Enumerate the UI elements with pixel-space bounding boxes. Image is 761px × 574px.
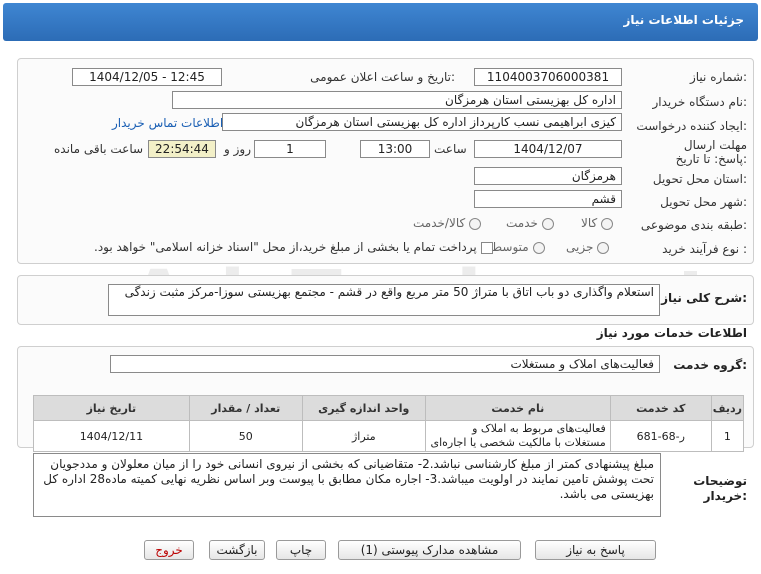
radio-service-icon[interactable] <box>541 217 554 230</box>
need-number-field[interactable]: 1104003706000381 <box>474 68 622 86</box>
page-title: جزئیات اطلاعات نیاز <box>623 13 744 27</box>
cell-name: فعالیت‌های مربوط به املاک و مستغلات با م… <box>424 420 611 452</box>
need-number-label: شماره نیاز: <box>689 70 747 84</box>
service-group-field[interactable]: فعالیت‌های املاک و مستغلات <box>110 355 660 373</box>
deadline-date-field[interactable]: 1404/12/07 <box>474 140 622 158</box>
category-option-both[interactable]: کالا/خدمت <box>413 216 482 230</box>
payment-note: پرداخت تمام یا بخشی از مبلغ خرید،از محل … <box>94 240 477 254</box>
province-label: استان محل تحویل: <box>652 172 747 186</box>
cell-date: 1404/12/11 <box>33 420 190 452</box>
payment-option[interactable]: پرداخت تمام یا بخشی از مبلغ خرید،از محل … <box>94 240 493 254</box>
days-field[interactable]: 1 <box>254 140 326 158</box>
cell-qty: 50 <box>188 420 303 452</box>
announce-field[interactable]: 1404/12/05 - 12:45 <box>72 68 222 86</box>
col-date-header: تاریخ نیاز <box>33 395 190 421</box>
summary-label: شرح کلی نیاز: <box>661 291 747 305</box>
radio-goods-icon[interactable] <box>601 217 614 230</box>
cell-code: ر-68-681 <box>609 420 712 452</box>
process-option-small[interactable]: جزیی <box>566 240 610 254</box>
province-field[interactable]: هرمزگان <box>474 167 622 185</box>
cell-row: 1 <box>710 420 745 452</box>
buyer-org-label: نام دستگاه خریدار: <box>652 95 748 109</box>
remaining-label: ساعت باقی مانده <box>54 142 144 156</box>
attachments-button[interactable]: مشاهده مدارک پیوستی (1) <box>338 540 521 560</box>
radio-medium-icon[interactable] <box>532 241 545 254</box>
need-info-panel <box>17 58 754 264</box>
radio-small-icon[interactable] <box>597 241 610 254</box>
table-row: 1 ر-68-681 فعالیت‌های مربوط به املاک و م… <box>33 420 745 452</box>
col-unit-header: واحد اندازه گیری <box>301 395 426 421</box>
col-qty-header: تعداد / مقدار <box>188 395 303 421</box>
announce-label: تاریخ و ساعت اعلان عمومی: <box>310 70 455 84</box>
category-option-service-label: خدمت <box>506 216 538 230</box>
deadline-label: مهلت ارسال پاسخ: تا تاریخ: <box>675 138 747 166</box>
process-option-medium-label: متوسط <box>491 240 529 254</box>
contact-info-link[interactable]: اطلاعات تماس خریدار <box>112 116 223 130</box>
process-option-small-label: جزیی <box>566 240 594 254</box>
cell-unit: متراژ <box>301 420 426 452</box>
category-option-both-label: کالا/خدمت <box>413 216 466 230</box>
days-label: روز و <box>224 142 251 156</box>
process-option-medium[interactable]: متوسط <box>491 240 545 254</box>
radio-both-icon[interactable] <box>469 217 482 230</box>
category-option-goods[interactable]: کالا <box>581 216 614 230</box>
page-header: جزئیات اطلاعات نیاز <box>3 3 758 41</box>
deadline-time-field[interactable]: 13:00 <box>360 140 430 158</box>
buyer-notes-label: توضیحات خریدار: <box>693 474 747 503</box>
remaining-time-field: 22:54:44 <box>148 140 216 158</box>
services-section-title: اطلاعات خدمات مورد نیاز <box>596 326 747 340</box>
table-header-row: ردیف کد خدمت نام خدمت واحد اندازه گیری ت… <box>33 395 745 421</box>
category-option-service[interactable]: خدمت <box>506 216 554 230</box>
print-button[interactable]: چاپ <box>276 540 326 560</box>
category-option-goods-label: کالا <box>581 216 598 230</box>
col-row-header: ردیف <box>710 395 745 421</box>
creator-label: ایجاد کننده درخواست: <box>636 119 747 133</box>
col-name-header: نام خدمت <box>424 395 611 421</box>
services-table: ردیف کد خدمت نام خدمت واحد اندازه گیری ت… <box>33 395 745 452</box>
city-field[interactable]: قشم <box>474 190 622 208</box>
category-label: طبقه بندی موضوعی: <box>640 218 747 232</box>
service-group-label: گروه خدمت: <box>673 358 747 372</box>
exit-button[interactable]: خروج <box>144 540 194 560</box>
summary-field[interactable]: استعلام واگذاری دو باب اتاق با متراژ 50 … <box>108 284 660 316</box>
payment-checkbox-icon[interactable] <box>480 241 493 254</box>
back-button[interactable]: بازگشت <box>209 540 265 560</box>
buyer-notes-field[interactable]: مبلغ پیشنهادی کمتر از مبلغ کارشناسی نباش… <box>33 453 661 517</box>
creator-field[interactable]: کیزی ابراهیمی نسب کارپرداز اداره کل بهزی… <box>222 113 622 131</box>
reply-button[interactable]: پاسخ به نیاز <box>535 540 656 560</box>
time-label: ساعت <box>434 142 467 156</box>
buyer-org-field[interactable]: اداره کل بهزیستی استان هرمزگان <box>172 91 622 109</box>
col-code-header: کد خدمت <box>609 395 712 421</box>
city-label: شهر محل تحویل: <box>660 195 747 209</box>
process-label: نوع فرآیند خرید : <box>662 242 747 256</box>
